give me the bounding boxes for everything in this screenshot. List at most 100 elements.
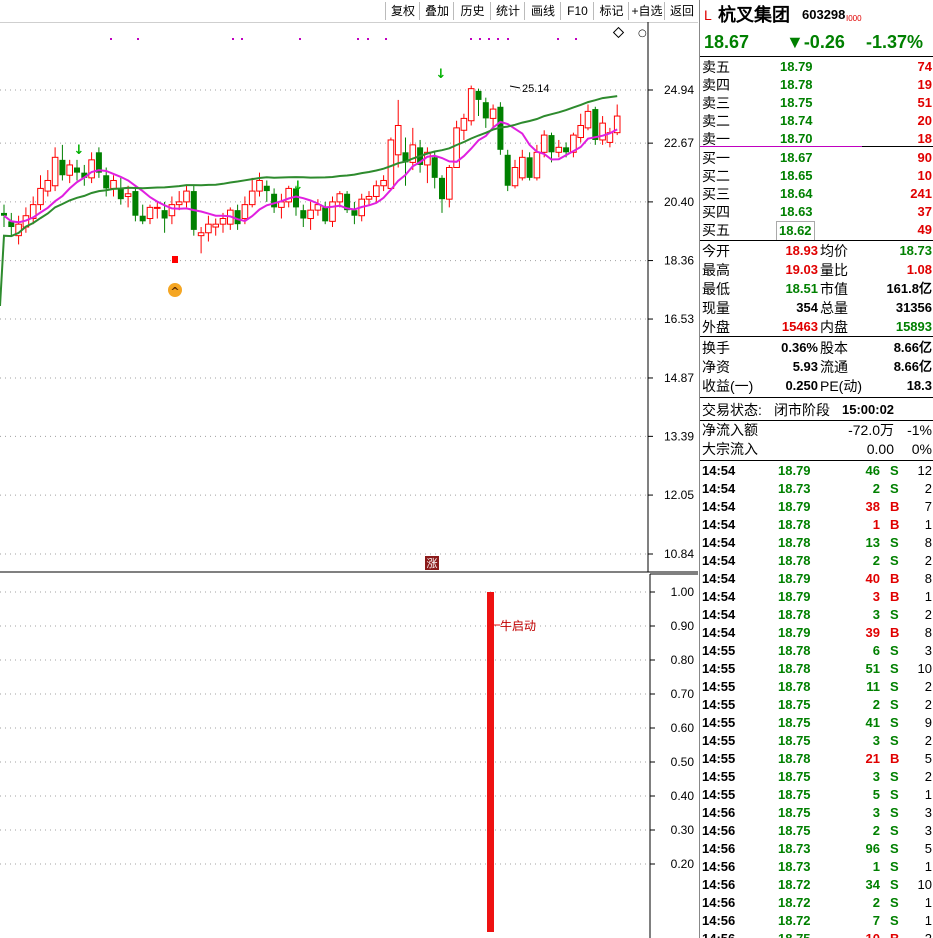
ask-row[interactable]: 卖五 18.79 74: [700, 58, 933, 76]
trade-row[interactable]: 14:54 18.78 2 S 2: [700, 552, 933, 570]
trade-count: 1: [924, 859, 932, 874]
bid-volume: 241: [910, 186, 932, 201]
trade-row[interactable]: 14:54 18.78 1 B 1: [700, 516, 933, 534]
trade-row[interactable]: 14:55 18.78 6 S 3: [700, 642, 933, 660]
bid-row[interactable]: 买五 18.62 49: [700, 221, 933, 241]
trade-row[interactable]: 14:54 18.79 38 B 7: [700, 498, 933, 516]
trade-volume: 39: [865, 625, 880, 640]
trade-row[interactable]: 14:56 18.72 7 S 1: [700, 912, 933, 930]
trade-count: 2: [924, 697, 932, 712]
trade-time: 14:55: [702, 769, 736, 784]
trade-time: 14:54: [702, 625, 736, 640]
trade-row[interactable]: 14:56 18.75 2 S 3: [700, 822, 933, 840]
trade-price: 18.78: [778, 643, 811, 658]
ask-price: 18.74: [780, 113, 813, 128]
trade-price: 18.79: [778, 625, 811, 640]
trade-row[interactable]: 14:55 18.75 5 S 1: [700, 786, 933, 804]
trade-price: 18.79: [778, 463, 811, 478]
trade-time: 14:55: [702, 697, 736, 712]
stat-label: 外盘: [702, 319, 730, 335]
toolbar-button-5[interactable]: F10: [560, 2, 594, 20]
ask-row[interactable]: 卖二 18.74 20: [700, 112, 933, 130]
trade-side: B: [890, 517, 900, 532]
price-tick-label: 10.84: [664, 547, 694, 561]
bid-label: 买一: [702, 150, 730, 166]
ask-row[interactable]: 卖四 18.78 19: [700, 76, 933, 94]
stats-row: 最低 18.51 市值 161.8亿: [700, 280, 933, 298]
toolbar-button-8[interactable]: 返回: [664, 2, 699, 20]
indicator-tick-label: 1.00: [671, 585, 695, 599]
toolbar-button-6[interactable]: 标记: [593, 2, 629, 20]
trade-row[interactable]: 14:56 18.72 2 S 1: [700, 894, 933, 912]
candle-body: [592, 109, 599, 140]
candle-body: [460, 117, 468, 131]
bid-row[interactable]: 买一 18.67 90: [700, 149, 933, 167]
trade-volume: 10: [866, 930, 880, 938]
toolbar-button-2[interactable]: 历史: [453, 2, 491, 20]
trade-row[interactable]: 14:55 18.78 21 B 5: [700, 750, 933, 768]
trade-row[interactable]: 14:54 18.79 40 B 8: [700, 570, 933, 588]
ask-volume: 20: [917, 113, 932, 128]
toolbar-button-4[interactable]: 画线: [524, 2, 561, 20]
candle-body: [322, 207, 329, 222]
trade-row[interactable]: 14:54 18.79 46 S 12: [700, 462, 933, 480]
stat-value: 1.08: [906, 262, 932, 277]
price-tick-label: 13.39: [664, 429, 694, 443]
trade-row[interactable]: 14:54 18.78 13 S 8: [700, 534, 933, 552]
candle-body: [519, 156, 526, 179]
trade-row[interactable]: 14:56 18.73 1 S 1: [700, 858, 933, 876]
trade-price: 18.78: [778, 535, 811, 550]
candle-body: [365, 195, 373, 200]
down-arrow-icon: ↓: [74, 143, 85, 158]
trade-time: 14:55: [702, 733, 736, 748]
candle-body: [263, 185, 270, 192]
trade-volume: 7: [872, 913, 880, 928]
trade-row[interactable]: 14:54 18.79 3 B 1: [700, 588, 933, 606]
trade-volume: 3: [872, 805, 880, 820]
trade-row[interactable]: 14:54 18.79 39 B 8: [700, 624, 933, 642]
ask-row[interactable]: 卖三 18.75 51: [700, 94, 933, 112]
trade-row[interactable]: 14:56 18.75 3 S 3: [700, 804, 933, 822]
chart-area[interactable]: 24.94 22.67 20.40 18.36 16.53 14.87 13.39 12.05…: [0, 22, 698, 938]
indicator-tick-label: 0.80: [671, 653, 695, 667]
trade-price: 18.75: [778, 769, 811, 784]
trade-row[interactable]: 14:54 18.78 3 S 2: [700, 606, 933, 624]
trade-time: 14:55: [702, 661, 736, 676]
candle-body: [307, 209, 314, 220]
trade-row[interactable]: 14:56 18.75 10 B 2: [700, 930, 933, 938]
bid-label: 买二: [702, 168, 730, 184]
trade-row[interactable]: 14:55 18.78 51 S 10: [700, 660, 933, 678]
bid-row[interactable]: 买三 18.64 241: [700, 185, 933, 203]
trade-time: 14:56: [702, 895, 736, 910]
toolbar-button-7[interactable]: +自选: [628, 2, 665, 20]
candle-body: [256, 179, 263, 192]
toolbar-button-0[interactable]: 复权: [385, 2, 420, 20]
indicator-tick-label: 0.70: [671, 687, 695, 701]
signal-bar: [487, 592, 494, 932]
stat-label: 量比: [820, 262, 848, 278]
trade-row[interactable]: 14:54 18.73 2 S 2: [700, 480, 933, 498]
candle-body: [197, 232, 205, 237]
circle-icon: ○: [638, 28, 647, 39]
ask-label: 卖二: [702, 113, 730, 129]
ask-price: 18.75: [780, 95, 813, 110]
trade-side: S: [890, 913, 899, 928]
bid-row[interactable]: 买四 18.63 37: [700, 203, 933, 221]
trade-row[interactable]: 14:55 18.75 3 S 2: [700, 732, 933, 750]
trade-row[interactable]: 14:55 18.75 2 S 2: [700, 696, 933, 714]
stat-value: 15463: [781, 319, 818, 334]
trade-row[interactable]: 14:55 18.75 41 S 9: [700, 714, 933, 732]
trade-volume: 51: [865, 661, 880, 676]
trade-row[interactable]: 14:55 18.78 11 S 2: [700, 678, 933, 696]
trade-row[interactable]: 14:56 18.73 96 S 5: [700, 840, 933, 858]
trade-volume: 96: [865, 841, 880, 856]
toolbar-button-3[interactable]: 统计: [490, 2, 525, 20]
toolbar-button-1[interactable]: 叠加: [419, 2, 454, 20]
signal-dot: [299, 38, 301, 40]
candle-body: [212, 223, 219, 228]
trade-volume: 3: [872, 733, 880, 748]
bid-row[interactable]: 买二 18.65 10: [700, 167, 933, 185]
trade-time: 14:55: [702, 787, 736, 802]
trade-row[interactable]: 14:56 18.72 34 S 10: [700, 876, 933, 894]
trade-row[interactable]: 14:55 18.75 3 S 2: [700, 768, 933, 786]
